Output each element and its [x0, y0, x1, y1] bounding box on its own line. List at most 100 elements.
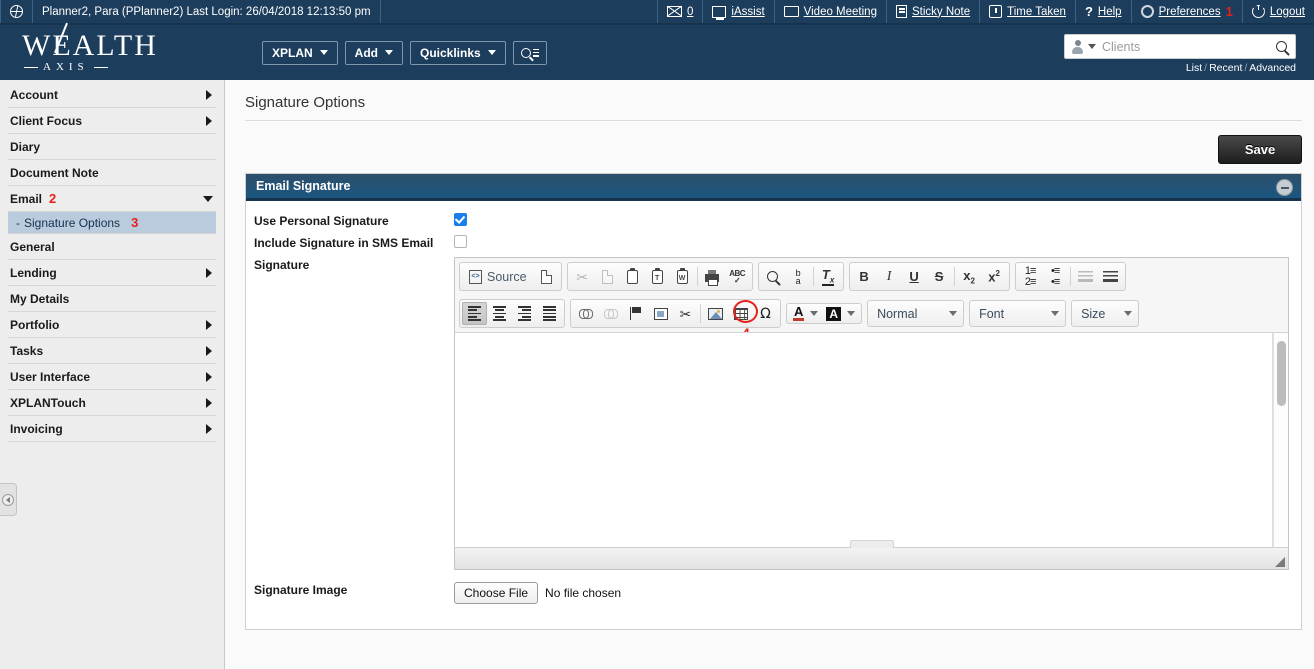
sidebar-item-client-focus[interactable]: Client Focus	[8, 108, 216, 134]
checkbox-include-sms[interactable]	[454, 235, 467, 248]
nav-quicklinks-button[interactable]: Quicklinks	[410, 40, 506, 65]
sidebar-item-tasks[interactable]: Tasks	[8, 338, 216, 364]
sidebar-item-label: User Interface	[10, 369, 91, 384]
sidebar-item-email[interactable]: Email 2	[8, 186, 216, 212]
chevron-left-icon	[2, 493, 14, 506]
table-button[interactable]	[728, 302, 753, 325]
editor-scrollbar[interactable]	[1273, 333, 1288, 547]
sidebar-item-diary[interactable]: Diary	[8, 134, 216, 160]
increase-indent-button[interactable]	[1098, 265, 1123, 288]
search-link-advanced[interactable]: Advanced	[1249, 62, 1296, 74]
mail-count[interactable]: 0	[687, 6, 693, 18]
sidebar-item-user-interface[interactable]: User Interface	[8, 364, 216, 390]
paste-as-text-button[interactable]: T	[645, 265, 670, 288]
superscript-button[interactable]: x2	[982, 265, 1007, 288]
flash-button[interactable]: ✂	[673, 302, 698, 325]
sidebar-item-account[interactable]: Account	[8, 82, 216, 108]
find-button[interactable]	[761, 265, 786, 288]
special-char-button[interactable]: Ω	[753, 302, 778, 325]
spell-check-button[interactable]: ABC ✓	[725, 265, 750, 288]
sidebar-item-document-note[interactable]: Document Note	[8, 160, 216, 186]
decrease-indent-button[interactable]	[1073, 265, 1098, 288]
editor-canvas[interactable]	[455, 333, 1273, 547]
preferences-label[interactable]: Preferences	[1159, 6, 1221, 18]
sidebar-collapse-tab[interactable]	[0, 483, 17, 516]
unlink-button[interactable]	[598, 302, 623, 325]
align-left-button[interactable]	[462, 302, 487, 325]
new-page-button[interactable]	[534, 265, 559, 288]
bulleted-list-button[interactable]: •≡ •≡	[1043, 265, 1068, 288]
editor-content-area[interactable]	[455, 332, 1288, 547]
panel-collapse-button[interactable]	[1276, 179, 1293, 196]
paragraph-format-select[interactable]: Normal	[867, 300, 965, 327]
sidebar-item-signature-options[interactable]: - Signature Options 3	[8, 212, 216, 234]
sticky-note-item[interactable]: Sticky Note	[887, 0, 981, 23]
annotation-3: 3	[131, 215, 139, 230]
time-taken-label[interactable]: Time Taken	[1007, 6, 1066, 18]
align-right-button[interactable]	[512, 302, 537, 325]
video-meeting-item[interactable]: Video Meeting	[775, 0, 887, 23]
editor-resize-grip[interactable]	[1275, 557, 1285, 567]
search-input[interactable]: Clients	[1102, 40, 1276, 54]
chevron-down-icon[interactable]	[1088, 44, 1096, 49]
anchor-button[interactable]	[623, 302, 648, 325]
logout-label[interactable]: Logout	[1270, 6, 1305, 18]
time-taken-item[interactable]: Time Taken	[980, 0, 1076, 23]
background-color-button[interactable]: A	[822, 306, 859, 321]
toolbar-divider	[700, 304, 701, 323]
nav-search-list-button[interactable]	[512, 40, 547, 65]
text-color-button[interactable]: A	[789, 305, 822, 321]
sticky-note-label[interactable]: Sticky Note	[912, 6, 970, 18]
sidebar-item-lending[interactable]: Lending	[8, 260, 216, 286]
help-label[interactable]: Help	[1098, 6, 1122, 18]
source-button[interactable]: <> Source	[462, 265, 534, 288]
preferences-item[interactable]: Preferences 1	[1132, 0, 1243, 23]
editor-toolbar-row-1: <> Source ✂ T W ABC ✓ b a Tx B I U S x2 …	[455, 258, 1288, 295]
search-link-list[interactable]: List	[1186, 62, 1202, 74]
remove-format-button[interactable]: Tx	[816, 265, 841, 288]
help-item[interactable]: ? Help	[1076, 0, 1132, 23]
cut-button[interactable]: ✂	[570, 265, 595, 288]
align-center-button[interactable]	[487, 302, 512, 325]
paste-from-word-button[interactable]: W	[670, 265, 695, 288]
print-button[interactable]	[700, 265, 725, 288]
video-meeting-label[interactable]: Video Meeting	[804, 6, 877, 18]
logout-item[interactable]: Logout	[1243, 0, 1314, 23]
font-family-select[interactable]: Font	[969, 300, 1067, 327]
iframe-button[interactable]	[648, 302, 673, 325]
nav-add-button[interactable]: Add	[344, 40, 403, 65]
strikethrough-button[interactable]: S	[927, 265, 952, 288]
nav-add-label: Add	[354, 45, 378, 60]
mail-item[interactable]: 0	[658, 0, 704, 23]
nav-xplan-button[interactable]: XPLAN	[262, 40, 338, 65]
sidebar-item-my-details[interactable]: My Details	[8, 286, 216, 312]
checkbox-use-personal-signature[interactable]	[454, 213, 467, 226]
sidebar-item-portfolio[interactable]: Portfolio	[8, 312, 216, 338]
link-button[interactable]	[573, 302, 598, 325]
subscript-button[interactable]: x2	[957, 265, 982, 288]
font-size-select[interactable]: Size	[1071, 300, 1140, 327]
sidebar-item-general[interactable]: General	[8, 234, 216, 260]
underline-button[interactable]: U	[902, 265, 927, 288]
sidebar-item-invoicing[interactable]: Invoicing	[8, 416, 216, 442]
chevron-down-icon	[810, 311, 819, 316]
choose-file-button[interactable]: Choose File	[454, 582, 539, 604]
search-icon[interactable]	[1276, 41, 1287, 52]
iassist-label[interactable]: iAssist	[731, 6, 764, 18]
chevron-right-icon	[206, 319, 212, 330]
justify-button[interactable]	[537, 302, 562, 325]
globe-button[interactable]	[0, 0, 33, 23]
replace-button[interactable]: ba	[786, 265, 811, 288]
search-input-wrap[interactable]: Clients	[1064, 34, 1296, 59]
bold-button[interactable]: B	[852, 265, 877, 288]
sidebar-item-xplantouch[interactable]: XPLANTouch	[8, 390, 216, 416]
editor-scrollbar-thumb[interactable]	[1277, 341, 1286, 406]
paste-button[interactable]	[620, 265, 645, 288]
italic-button[interactable]: I	[877, 265, 902, 288]
iassist-item[interactable]: iAssist	[703, 0, 775, 23]
image-button[interactable]	[703, 302, 728, 325]
search-link-recent[interactable]: Recent	[1209, 62, 1242, 74]
copy-button[interactable]	[595, 265, 620, 288]
numbered-list-button[interactable]: 1≡ 2≡	[1018, 265, 1043, 288]
save-button[interactable]: Save	[1218, 135, 1302, 164]
